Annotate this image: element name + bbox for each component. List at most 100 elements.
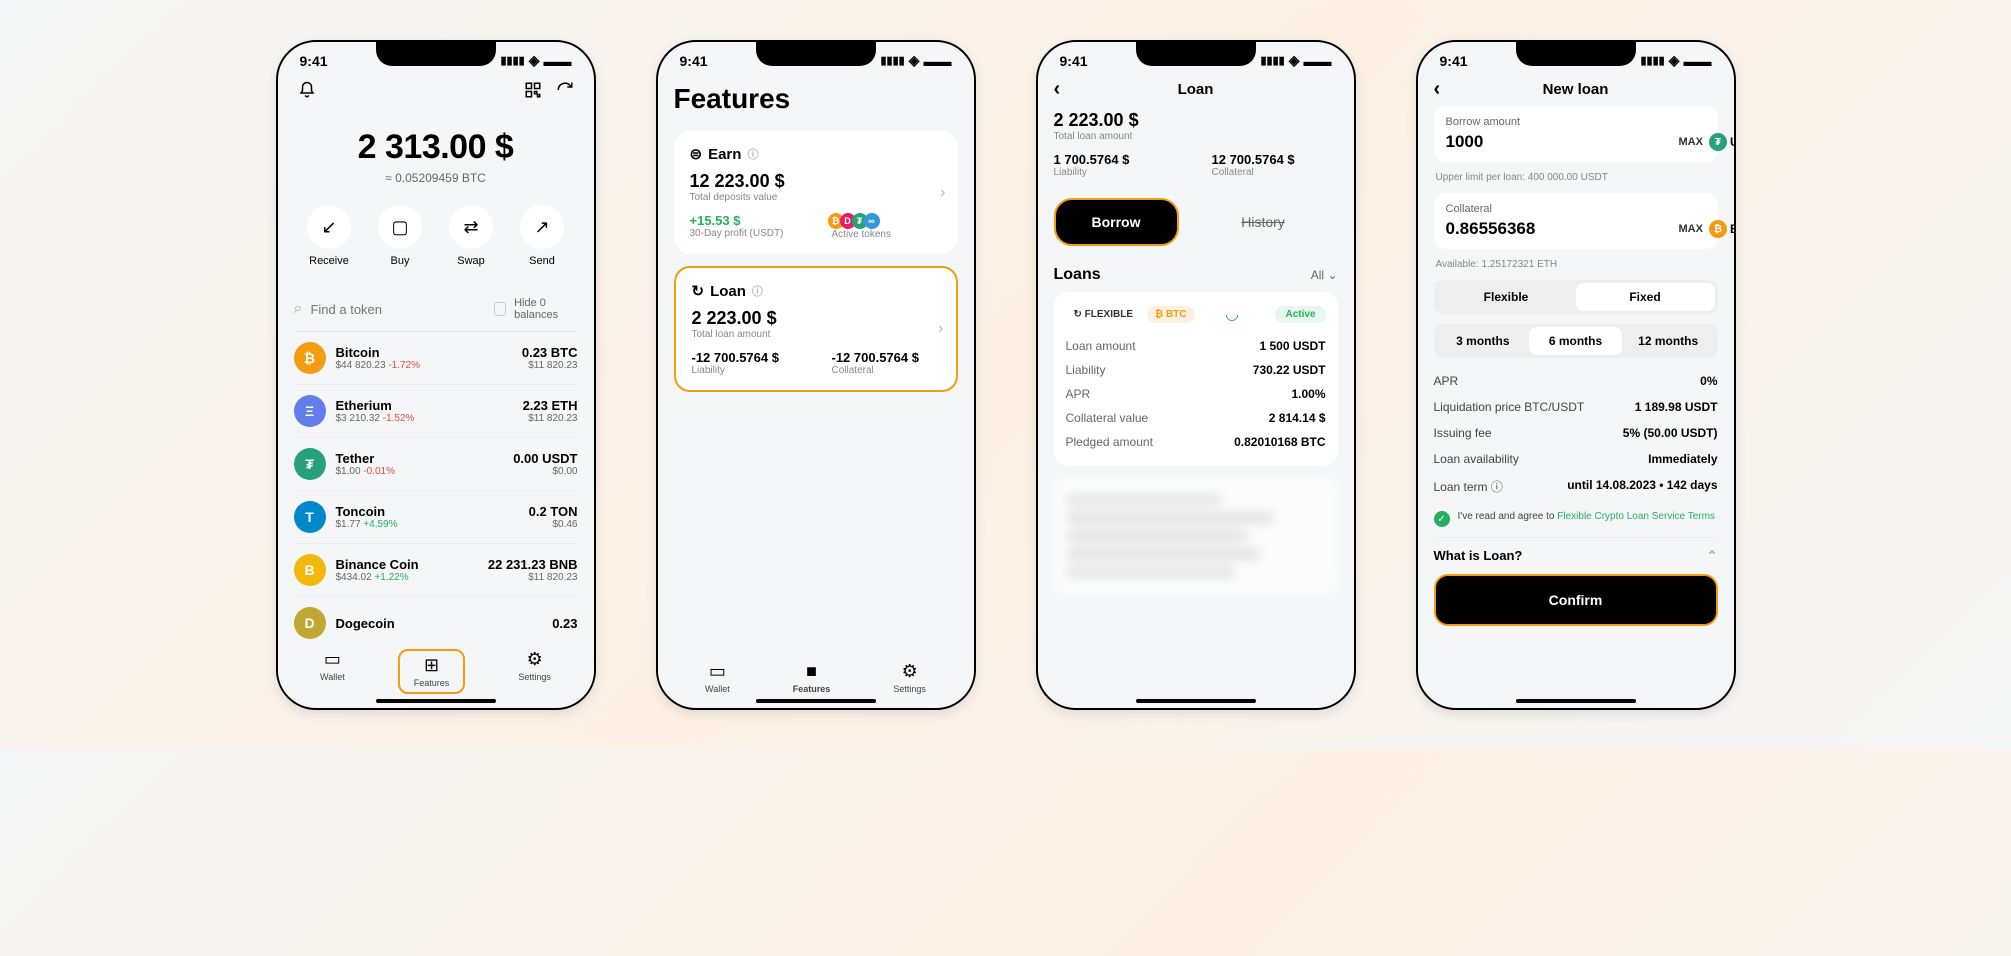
back-button[interactable]: ‹: [1434, 78, 1441, 101]
borrow-currency[interactable]: ₮USDT: [1709, 133, 1734, 151]
bell-icon[interactable]: [298, 81, 316, 104]
gear-icon: ⚙: [527, 649, 543, 670]
detail-row: Collateral value2 814.14 $: [1066, 406, 1326, 430]
term-toggle: 3 months 6 months 12 months: [1434, 324, 1718, 358]
loan-collateral: -12 700.5764 $: [832, 350, 940, 365]
loan-title: Loan: [710, 283, 746, 300]
time: 9:41: [680, 53, 708, 69]
nav-wallet[interactable]: ▭Wallet: [705, 661, 730, 694]
collateral-currency[interactable]: ₿BTC ⌄: [1709, 220, 1734, 238]
action-pills: Borrow History: [1054, 192, 1338, 258]
status-icons: ▮▮▮▮◈▬▬: [881, 52, 952, 69]
actions-row: ↙Receive ▢Buy ⇄Swap ↗Send: [294, 205, 578, 267]
summary-row: Loan term ⓘuntil 14.08.2023 • 142 days: [1434, 472, 1718, 501]
nav-wallet[interactable]: ▭Wallet: [320, 649, 345, 694]
collateral-input[interactable]: [1446, 219, 1673, 239]
loans-title: Loans: [1054, 266, 1101, 284]
nav-features[interactable]: ■Features: [793, 661, 831, 694]
confirm-button[interactable]: Confirm: [1434, 574, 1718, 626]
token-row[interactable]: T Toncoin $1.77 +4.59% 0.2 TON $0.46: [294, 491, 578, 544]
term-6m[interactable]: 6 months: [1529, 327, 1622, 355]
detail-row: Loan amount1 500 USDT: [1066, 334, 1326, 358]
term-3m[interactable]: 3 months: [1437, 327, 1530, 355]
balance-block: 2 313.00 $ ≈ 0.05209459 BTC: [294, 128, 578, 185]
token-usd: $11 820.23: [523, 413, 578, 424]
loan-card[interactable]: ↻Loanⓘ 2 223.00 $ Total loan amount -12 …: [674, 266, 958, 392]
borrow-button[interactable]: Borrow: [1054, 198, 1179, 246]
header: [294, 73, 578, 112]
token-icon: T: [294, 501, 326, 533]
token-row[interactable]: ₿ Bitcoin $44 820.23 -1.72% 0.23 BTC $11…: [294, 332, 578, 385]
buy-button[interactable]: ▢Buy: [378, 205, 422, 267]
token-cluster: ₿D₮∞: [832, 213, 942, 229]
search-icon: ⌕: [294, 300, 303, 318]
swap-button[interactable]: ⇄Swap: [449, 205, 493, 267]
term-12m[interactable]: 12 months: [1622, 327, 1715, 355]
home-indicator: [376, 699, 496, 703]
agree-row[interactable]: ✓ I've read and agree to Flexible Crypto…: [1434, 501, 1718, 537]
earn-value: 12 223.00 $: [690, 171, 942, 192]
info-icon: ⓘ: [747, 146, 758, 162]
blurred-loan-item: [1054, 476, 1338, 596]
loan-value: 2 223.00 $: [692, 308, 940, 329]
token-name: Toncoin: [336, 504, 519, 519]
bottom-nav: ▭Wallet ■Features ⚙Settings: [658, 651, 974, 698]
summary-row: Liquidation price BTC/USDT1 189.98 USDT: [1434, 394, 1718, 420]
max-button[interactable]: MAX: [1679, 136, 1703, 148]
send-button[interactable]: ↗Send: [520, 205, 564, 267]
earn-sub: Total deposits value: [690, 192, 942, 203]
token-row[interactable]: B Binance Coin $434.02 +1.22% 22 231.23 …: [294, 544, 578, 597]
flexible-tag: ↻ FLEXIBLE: [1066, 306, 1142, 323]
loan-item[interactable]: ↻ FLEXIBLE ₿ BTC ◡ Active Loan amount1 5…: [1054, 292, 1338, 466]
token-amount: 0.00 USDT: [513, 451, 577, 466]
send-icon: ↗: [534, 217, 549, 238]
token-row[interactable]: ₮ Tether $1.00 -0.01% 0.00 USDT $0.00: [294, 438, 578, 491]
chevron-right-icon: ›: [938, 320, 943, 338]
loan-liability: -12 700.5764 $: [692, 350, 800, 365]
filter-dropdown[interactable]: All ⌄: [1311, 268, 1338, 282]
history-link[interactable]: History: [1189, 214, 1338, 230]
summary-row: APR0%: [1434, 368, 1718, 394]
page-header: ‹ Loan: [1054, 73, 1338, 106]
earn-card[interactable]: ⊜Earnⓘ 12 223.00 $ Total deposits value …: [674, 131, 958, 254]
terms-link[interactable]: Flexible Crypto Loan Service Terms: [1557, 511, 1715, 522]
receive-button[interactable]: ↙Receive: [307, 205, 351, 267]
token-row[interactable]: Ξ Etherium $3 210.32 -1.52% 2.23 ETH $11…: [294, 385, 578, 438]
summary-row: Loan availabilityImmediately: [1434, 446, 1718, 472]
token-amount: 2.23 ETH: [523, 398, 578, 413]
nav-features[interactable]: ⊞Features: [398, 649, 466, 694]
time: 9:41: [1060, 53, 1088, 69]
wifi-icon: ◈: [529, 52, 540, 69]
nav-settings[interactable]: ⚙Settings: [893, 661, 926, 694]
max-button[interactable]: MAX: [1679, 223, 1703, 235]
page-title: Loan: [1054, 81, 1338, 98]
collateral-label: Collateral: [1446, 203, 1706, 215]
token-icon: B: [294, 554, 326, 586]
back-button[interactable]: ‹: [1054, 78, 1061, 101]
phone-loan: 9:41 ▮▮▮▮◈▬▬ ‹ Loan 2 223.00 $ Total loa…: [1036, 40, 1356, 710]
earn-title: Earn: [708, 146, 741, 163]
status-bar: 9:41 ▮▮▮▮ ◈ ▬▬: [278, 42, 594, 73]
fixed-toggle[interactable]: Fixed: [1576, 283, 1715, 311]
qr-icon[interactable]: [524, 81, 542, 104]
btc-tag: ₿ BTC: [1147, 306, 1195, 323]
hide-checkbox[interactable]: [494, 302, 506, 316]
chevron-right-icon: ›: [940, 184, 945, 202]
receive-icon: ↙: [321, 217, 336, 238]
search-row: ⌕ Hide 0 balances: [294, 287, 578, 332]
refresh-icon[interactable]: [556, 81, 574, 104]
features-icon: ⊞: [424, 655, 439, 676]
search-input[interactable]: [310, 302, 486, 317]
flexible-toggle[interactable]: Flexible: [1437, 283, 1576, 311]
home-indicator: [1136, 699, 1256, 703]
nav-settings[interactable]: ⚙Settings: [518, 649, 551, 694]
token-name: Bitcoin: [336, 345, 512, 360]
phone-wallet: 9:41 ▮▮▮▮ ◈ ▬▬ 2 313.00 $ ≈ 0.05209459 B…: [276, 40, 596, 710]
token-sub: $44 820.23 -1.72%: [336, 360, 512, 371]
token-sub: $1.77 +4.59%: [336, 519, 519, 530]
borrow-input[interactable]: [1446, 132, 1673, 152]
earn-profit: +15.53 $: [690, 213, 800, 228]
loan-icon: ↻: [692, 282, 705, 300]
token-sub: $1.00 -0.01%: [336, 466, 504, 477]
what-is-loan[interactable]: What is Loan? ⌃: [1434, 537, 1718, 574]
